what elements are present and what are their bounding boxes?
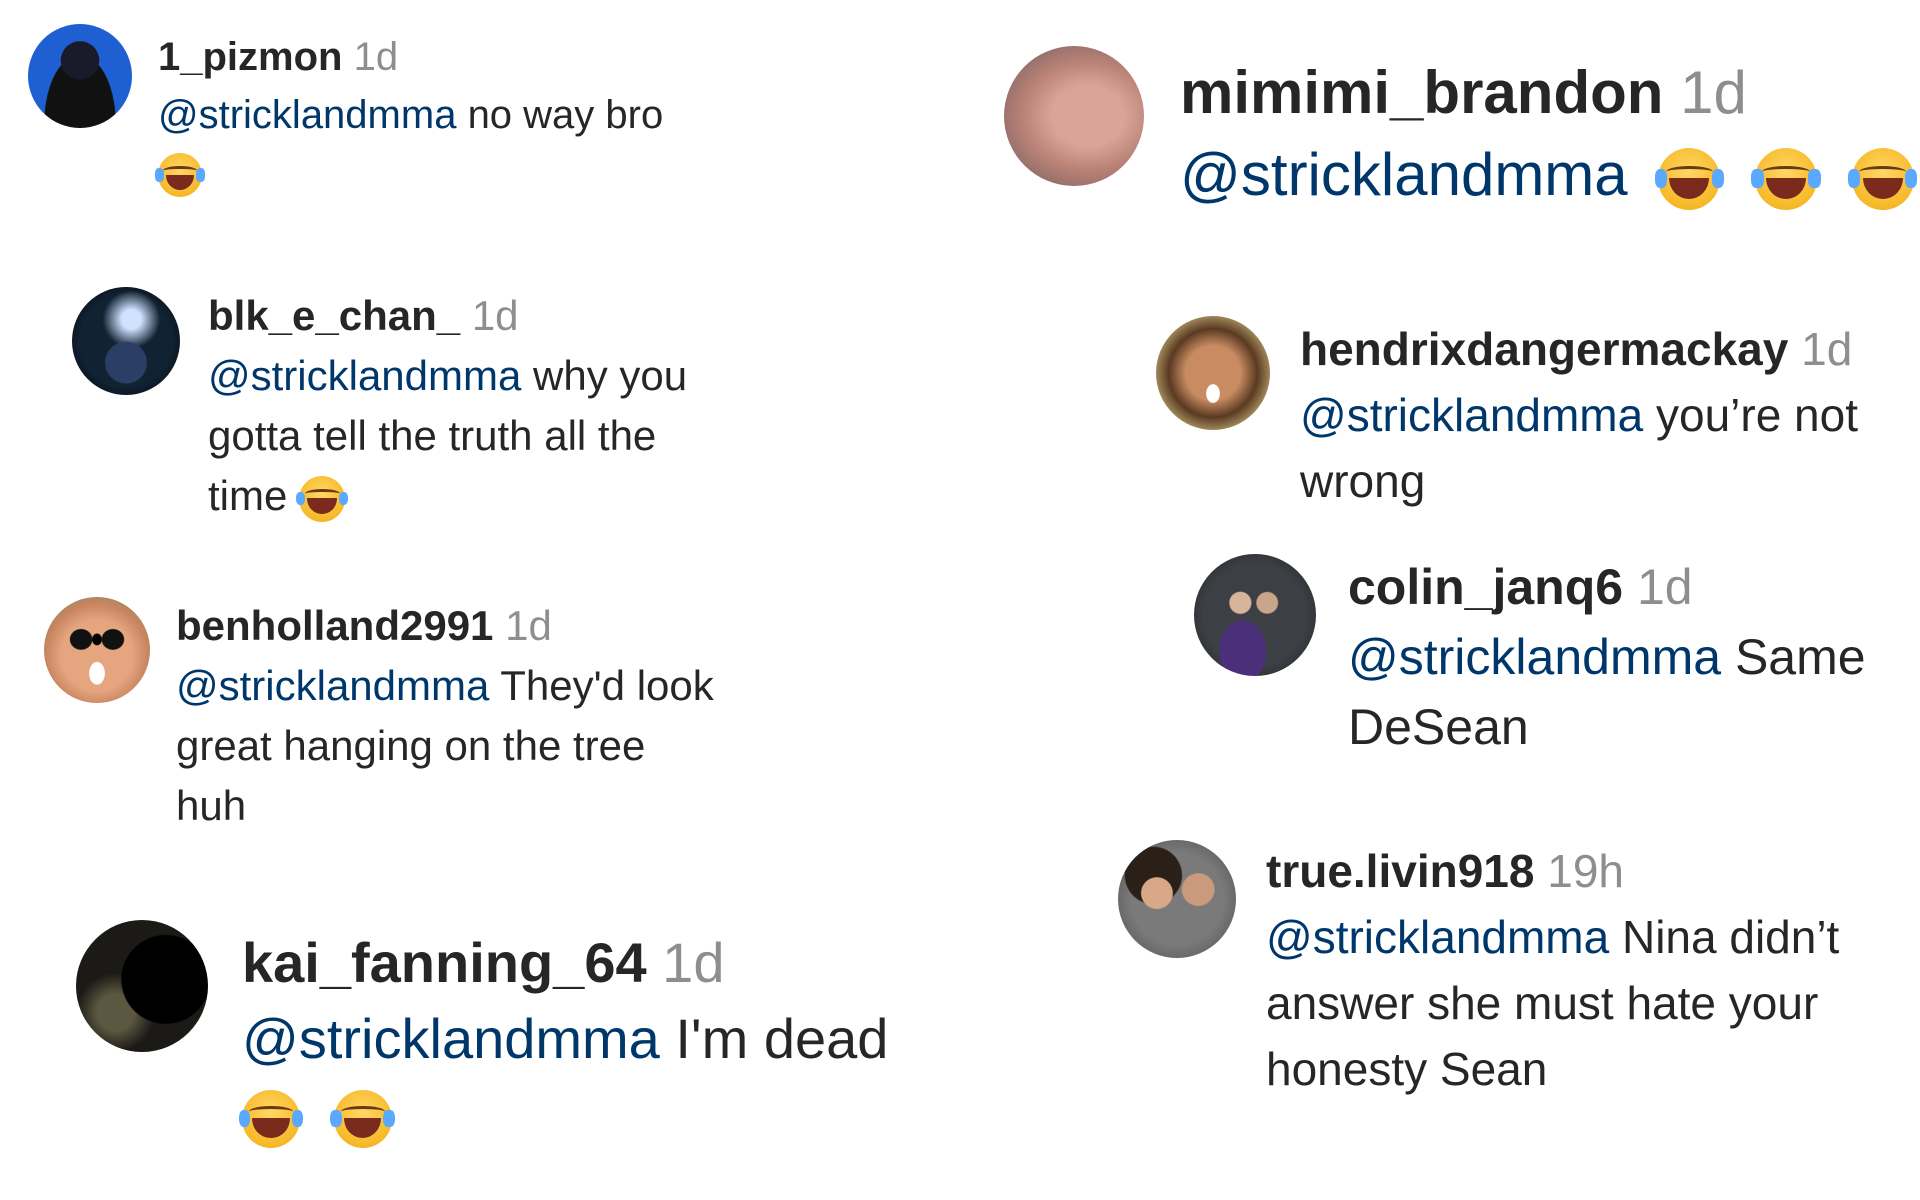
comment-text-line-1: you’re not [1655, 389, 1858, 441]
comment-text: I'm dead [675, 1007, 889, 1070]
username[interactable]: 1_pizmon [158, 35, 342, 79]
username[interactable]: benholland2991 [176, 602, 493, 649]
username[interactable]: hendrixdangermackay [1300, 323, 1788, 375]
username[interactable]: blk_e_chan_ [208, 292, 460, 339]
timestamp[interactable]: 1d [1680, 59, 1747, 126]
comment-text-line-3: honesty Sean [1266, 1043, 1548, 1095]
timestamp[interactable]: 1d [505, 602, 552, 649]
comment-text-line-1: They'd look [500, 662, 714, 709]
timestamp[interactable]: 19h [1547, 845, 1624, 897]
mention-link[interactable]: @stricklandmma [1348, 629, 1721, 685]
username[interactable]: colin_janq6 [1348, 559, 1623, 615]
comment-text-line-3: time [208, 472, 288, 519]
avatar[interactable] [72, 287, 180, 395]
comment-text-line-1: why you [533, 352, 688, 399]
laughing-crying-emoji [330, 1090, 396, 1149]
username[interactable]: mimimi_brandon [1180, 59, 1663, 126]
comment-text-line-1: Nina didn’t [1621, 911, 1840, 963]
laughing-crying-emoji [1847, 148, 1918, 211]
laughing-crying-emoji [155, 153, 205, 198]
mention-link[interactable]: @stricklandmma [1266, 911, 1609, 963]
mention-link[interactable]: @stricklandmma [208, 352, 521, 399]
comment-text-line-2: gotta tell the truth all the [208, 412, 657, 459]
timestamp[interactable]: 1d [662, 931, 724, 994]
avatar[interactable] [1156, 316, 1270, 430]
mention-link[interactable]: @stricklandmma [242, 1007, 660, 1070]
timestamp[interactable]: 1d [354, 35, 399, 79]
avatar[interactable] [28, 24, 132, 128]
avatar[interactable] [1004, 46, 1144, 186]
mention-link[interactable]: @stricklandmma [176, 662, 489, 709]
comment-text: no way bro [467, 93, 664, 137]
comment-text-line-2: DeSean [1348, 699, 1529, 755]
comment-text-line-3: huh [176, 782, 247, 829]
timestamp[interactable]: 1d [472, 292, 519, 339]
mention-link[interactable]: @stricklandmma [1300, 389, 1643, 441]
comment-text-line-1: Same [1734, 629, 1866, 685]
mention-link[interactable]: @stricklandmma [1180, 141, 1628, 208]
timestamp[interactable]: 1d [1801, 323, 1852, 375]
comment-text-line-2: answer she must hate your [1266, 977, 1819, 1029]
timestamp[interactable]: 1d [1637, 559, 1693, 615]
username[interactable]: true.livin918 [1266, 845, 1534, 897]
avatar[interactable] [44, 597, 150, 703]
avatar[interactable] [1194, 554, 1316, 676]
laughing-crying-emoji [1654, 148, 1725, 211]
laughing-crying-emoji [238, 1090, 304, 1149]
avatar[interactable] [1118, 840, 1236, 958]
laughing-crying-emoji [296, 475, 348, 522]
comment-text-line-2: wrong [1300, 455, 1426, 507]
mention-link[interactable]: @stricklandmma [158, 93, 456, 137]
laughing-crying-emoji [1751, 148, 1821, 211]
username[interactable]: kai_fanning_64 [242, 931, 647, 994]
comment-text-line-2: great hanging on the tree [176, 722, 646, 769]
avatar[interactable] [76, 920, 208, 1052]
